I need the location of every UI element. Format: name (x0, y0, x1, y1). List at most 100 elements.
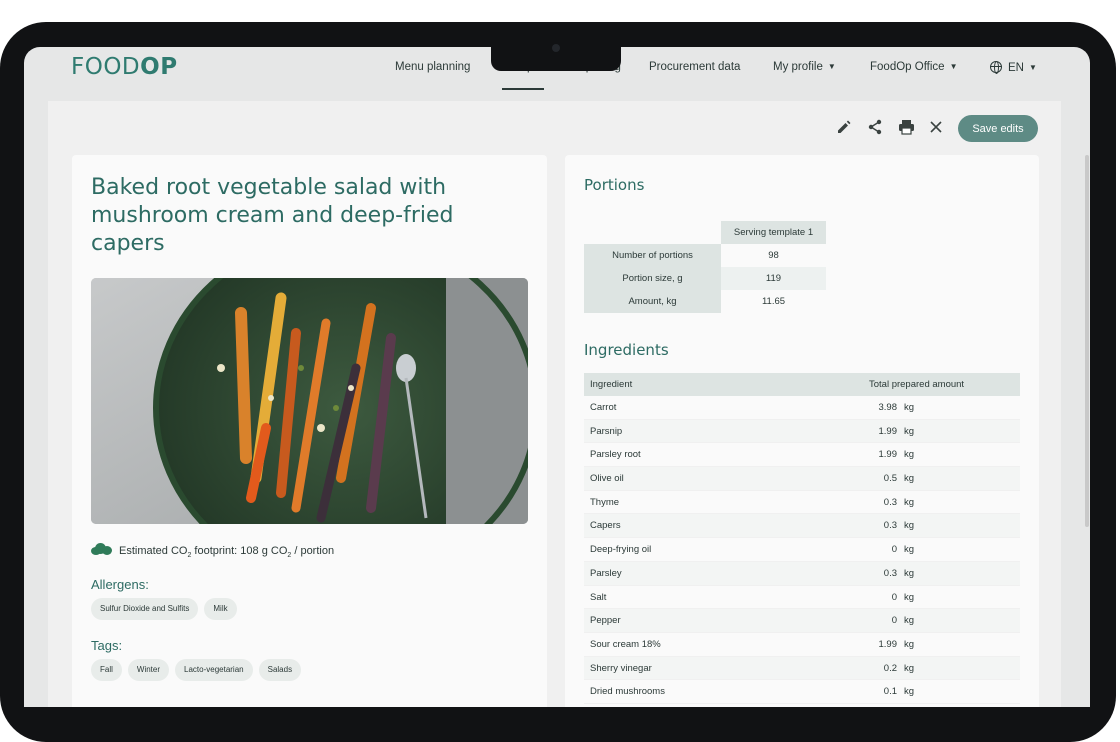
co2-footprint: Estimated CO2 footprint: 108 g CO2 / por… (91, 543, 334, 559)
ingredient-amount: 1.99 (878, 449, 898, 461)
ingredient-amount: 0.1 (883, 686, 897, 698)
ingredient-amount: 0.3 (883, 496, 897, 508)
ingredients-rows: Carrot 3.98 kg Parsnip 1.99 kg Parsley root 1.9… (584, 396, 1020, 704)
recipe-title: Baked root vegetable salad with mushroom… (91, 175, 454, 256)
portions-row: Portion size, g 119 (584, 267, 826, 290)
co2-text-1: Estimated CO (119, 545, 188, 557)
tags-list: Fall Winter Lacto-vegetarian Salads (91, 659, 307, 681)
recipe-card: Baked root vegetable salad with mushroom… (72, 155, 547, 707)
profile-label: My profile (773, 61, 823, 73)
ingredient-name: Capers (590, 520, 621, 532)
co2-text-3: / portion (291, 545, 335, 557)
tag-chip: Lacto-vegetarian (175, 659, 253, 681)
print-icon[interactable] (897, 118, 915, 136)
nav-my-profile[interactable]: My profile ▼ (773, 61, 836, 73)
ingredient-name: Sour cream 18% (590, 638, 661, 650)
ingredient-unit: kg (904, 544, 915, 556)
ingredient-amount: 0.5 (883, 473, 897, 485)
ingredients-header: Ingredient Total prepared amount (584, 373, 1020, 396)
tags-label: Tags: (91, 638, 123, 653)
scrollbar[interactable] (1085, 155, 1089, 527)
ingredient-name: Carrot (590, 402, 617, 413)
ingredient-unit: kg (904, 686, 915, 698)
ingredient-amount: 0 (891, 615, 897, 627)
app-screen: FOODOP Menu planning Recipes Reporting P… (24, 47, 1090, 707)
globe-icon (990, 61, 1002, 74)
details-card: Portions Serving template 1 Number of po… (565, 155, 1039, 707)
ingredient-name: Deep-frying oil (590, 544, 652, 556)
portions-row-label: Portion size, g (584, 267, 721, 290)
ingredient-unit: kg (904, 662, 915, 674)
table-row: Carrot 3.98 kg (584, 396, 1020, 420)
table-row: Sherry vinegar 0.2 kg (584, 656, 1020, 681)
ingredient-name: Parsley (590, 567, 622, 579)
table-row: Deep-frying oil 0 kg (584, 538, 1020, 562)
ingredient-name: Pepper (590, 615, 621, 627)
portions-row-label: Number of portions (584, 244, 721, 267)
ingredient-amount: 1.99 (878, 425, 898, 437)
portions-row-label: Amount, kg (584, 290, 721, 313)
tag-chip: Salads (258, 659, 302, 681)
logo-text-bold: OP (140, 54, 178, 80)
table-row: Parsley 0.3 kg (584, 561, 1020, 586)
allergen-chip: Sulfur Dioxide and Sulfits (91, 598, 199, 620)
foodop-logo[interactable]: FOODOP (71, 54, 178, 80)
recipe-photo (91, 278, 528, 524)
language-selector[interactable]: EN ▼ (990, 61, 1037, 74)
logo-text-light: FOOD (71, 54, 141, 80)
amount-column-header: Total prepared amount (869, 379, 965, 390)
ingredient-unit: kg (904, 567, 915, 579)
ingredient-name: Thyme (590, 496, 620, 508)
share-icon[interactable] (866, 118, 884, 136)
ingredient-name: Olive oil (590, 473, 624, 485)
recipe-panel: Save edits Baked root vegetable salad wi… (48, 101, 1089, 707)
portions-row: Amount, kg 11.65 (584, 290, 826, 313)
chevron-down-icon: ▼ (1028, 63, 1037, 72)
nav-procurement-data[interactable]: Procurement data (649, 61, 740, 73)
ingredient-unit: kg (904, 615, 915, 627)
allergens-list: Sulfur Dioxide and Sulfits Milk (91, 598, 243, 620)
ingredient-unit: kg (904, 402, 915, 413)
cloud-icon (91, 543, 112, 555)
ingredient-amount: 1.99 (878, 638, 898, 650)
ingredient-unit: kg (904, 638, 915, 650)
close-icon[interactable] (927, 118, 945, 136)
nav-active-indicator (502, 88, 544, 90)
save-edits-button[interactable]: Save edits (958, 115, 1038, 142)
portions-row-value: 11.65 (761, 296, 786, 307)
ingredient-unit: kg (904, 425, 915, 437)
ingredient-name: Dried mushrooms (590, 686, 665, 698)
chevron-down-icon: ▼ (827, 62, 836, 71)
allergens-label: Allergens: (91, 577, 149, 592)
ingredient-name: Parsley root (590, 449, 641, 461)
portions-title: Portions (584, 176, 645, 194)
webcam (552, 44, 560, 52)
table-row: Parsley root 1.99 kg (584, 443, 1020, 468)
ingredient-name: Parsnip (590, 425, 623, 437)
nav-office[interactable]: FoodOp Office ▼ (870, 61, 958, 73)
edit-icon[interactable] (835, 118, 853, 136)
office-label: FoodOp Office (870, 61, 945, 73)
ingredient-column-header: Ingredient (590, 379, 633, 390)
ingredient-name: Salt (590, 591, 607, 603)
chevron-down-icon: ▼ (949, 62, 958, 71)
table-row: Thyme 0.3 kg (584, 490, 1020, 515)
table-row: Pepper 0 kg (584, 609, 1020, 633)
portions-row: Number of portions 98 (584, 244, 826, 267)
portions-row-value[interactable]: 119 (721, 267, 826, 290)
ingredient-amount: 3.98 (878, 402, 898, 413)
ingredient-amount: 0.3 (883, 520, 897, 532)
ingredient-name: Sherry vinegar (590, 662, 652, 674)
ingredient-unit: kg (904, 473, 915, 485)
tag-chip: Winter (127, 659, 170, 681)
table-row: Salt 0 kg (584, 585, 1020, 610)
ingredient-amount: 0.3 (883, 567, 897, 579)
table-row: Dried mushrooms 0.1 kg (584, 680, 1020, 704)
portions-row-value[interactable]: 98 (721, 244, 826, 267)
ingredient-unit: kg (904, 591, 915, 603)
table-row: Sour cream 18% 1.99 kg (584, 632, 1020, 657)
co2-text-2: footprint: 108 g CO (191, 545, 288, 557)
nav-menu-planning[interactable]: Menu planning (395, 61, 470, 73)
language-label: EN (1008, 62, 1024, 74)
ingredient-unit: kg (904, 449, 915, 461)
